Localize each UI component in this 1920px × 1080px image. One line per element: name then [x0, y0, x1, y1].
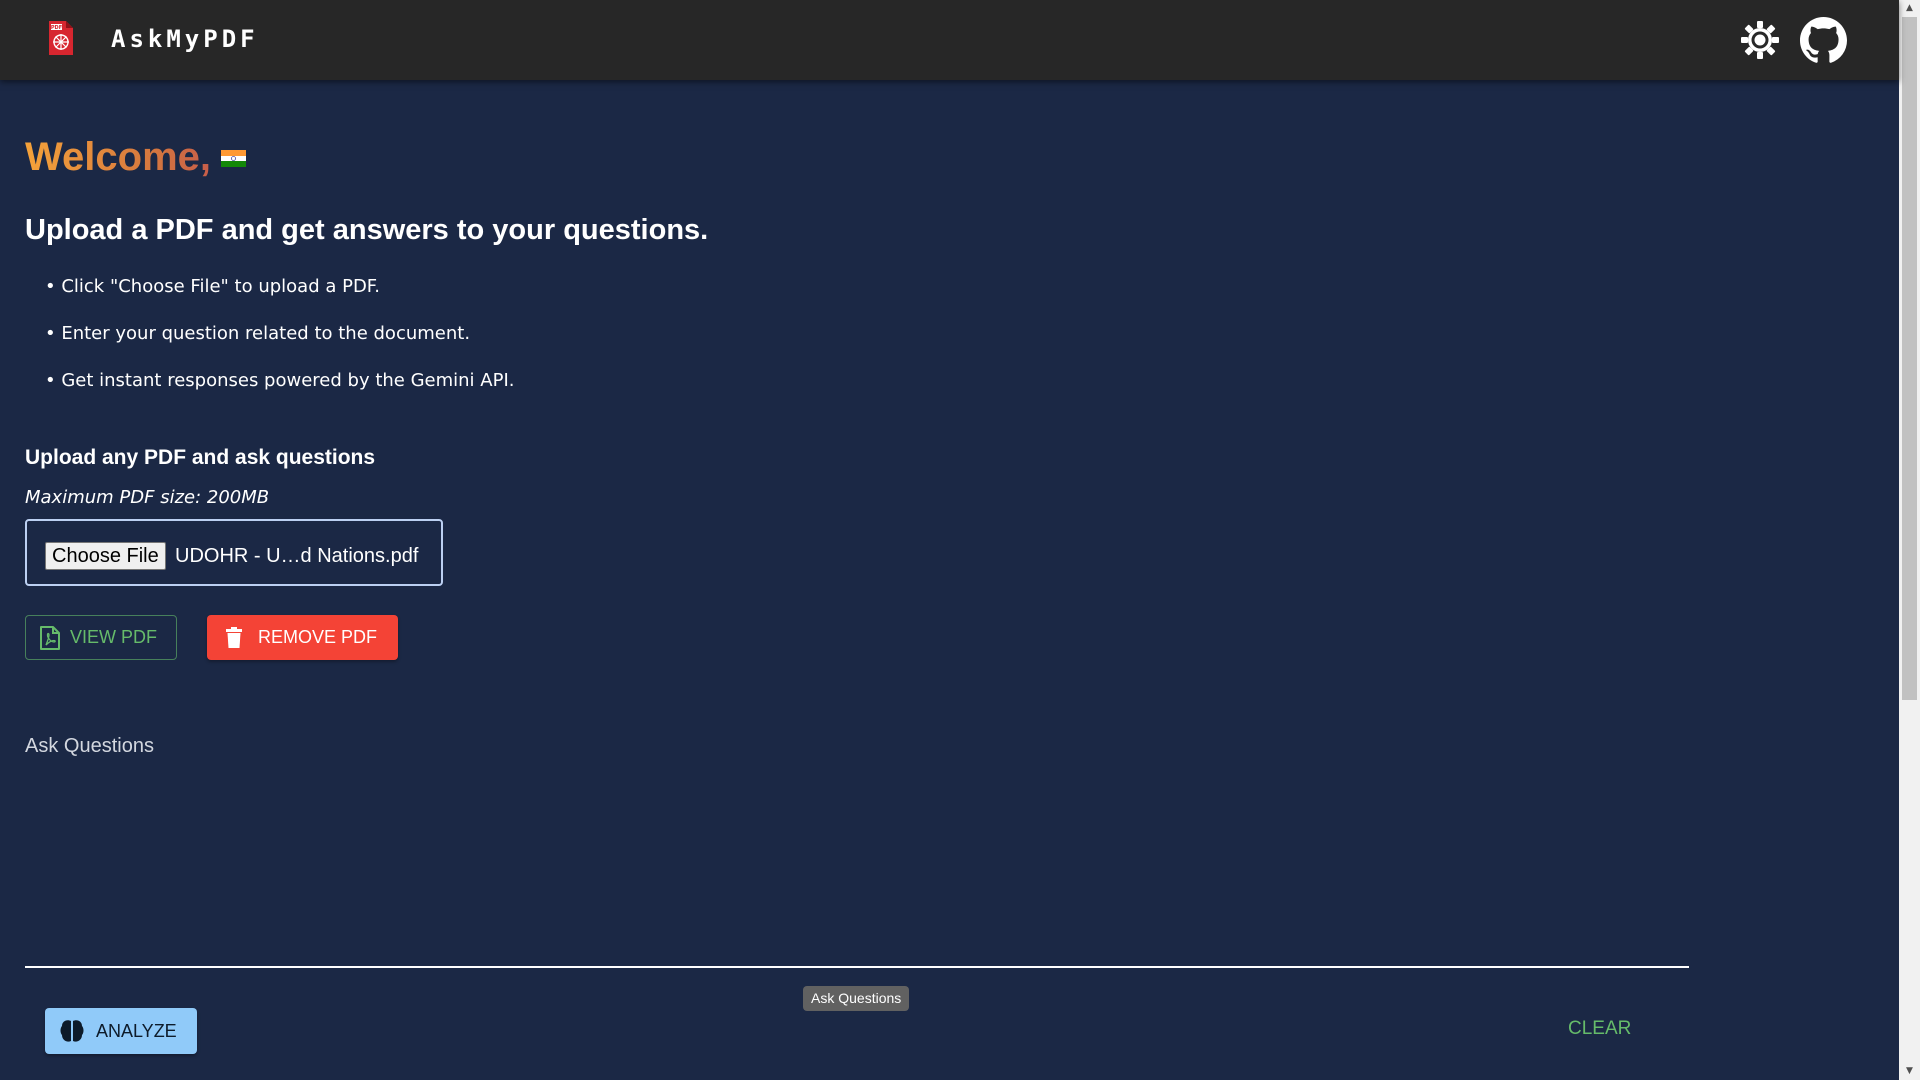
view-pdf-button[interactable]: VIEW PDF: [25, 615, 177, 660]
app-title: AskMyPDF: [111, 25, 259, 53]
question-label: Ask Questions: [25, 735, 154, 757]
brain-icon: [60, 1020, 84, 1042]
remove-pdf-button[interactable]: REMOVE PDF: [207, 615, 398, 660]
page-scrollbar[interactable]: ▲ ▼: [1899, 0, 1920, 1080]
remove-pdf-label: REMOVE PDF: [258, 627, 378, 647]
selected-file-name: UDOHR - U…d Nations.pdf: [175, 545, 419, 567]
file-input[interactable]: Choose File UDOHR - U…d Nations.pdf: [25, 519, 443, 586]
max-size-note: Maximum PDF size: 200MB: [25, 487, 270, 508]
scroll-down-icon[interactable]: ▼: [1899, 1063, 1920, 1080]
page-headline: Upload a PDF and get answers to your que…: [25, 214, 709, 246]
scroll-up-icon[interactable]: ▲: [1899, 0, 1920, 17]
clear-button[interactable]: CLEAR: [1568, 1018, 1631, 1040]
instruction-item: • Get instant responses powered by the G…: [45, 370, 515, 391]
choose-file-button[interactable]: Choose File: [45, 542, 166, 570]
analyze-label: ANALYZE: [96, 1020, 177, 1041]
question-tooltip: Ask Questions: [803, 986, 910, 1011]
instructions-list: • Click "Choose File" to upload a PDF. •…: [45, 272, 514, 413]
india-flag-icon: [221, 150, 246, 167]
pdf-file-icon: [40, 625, 60, 650]
trash-icon: [226, 627, 242, 648]
pdf-file-icon[interactable]: PDF: [47, 19, 75, 57]
app-page: PDF AskMyPDF Welcome, Upload a PDF and g…: [0, 0, 1920, 1080]
upload-section-title: Upload any PDF and ask questions: [25, 446, 376, 469]
svg-text:PDF: PDF: [51, 25, 62, 31]
welcome-heading: Welcome,: [25, 135, 211, 179]
github-icon[interactable]: [1800, 17, 1847, 64]
scrollbar-thumb[interactable]: [1902, 17, 1917, 700]
instruction-item: • Enter your question related to the doc…: [45, 323, 471, 344]
instruction-item: • Click "Choose File" to upload a PDF.: [45, 276, 380, 297]
question-input[interactable]: [25, 768, 1689, 968]
analyze-button[interactable]: ANALYZE: [45, 1008, 197, 1054]
sun-icon[interactable]: [1740, 20, 1780, 60]
view-pdf-label: VIEW PDF: [70, 627, 158, 647]
app-header: PDF AskMyPDF: [0, 0, 1899, 80]
